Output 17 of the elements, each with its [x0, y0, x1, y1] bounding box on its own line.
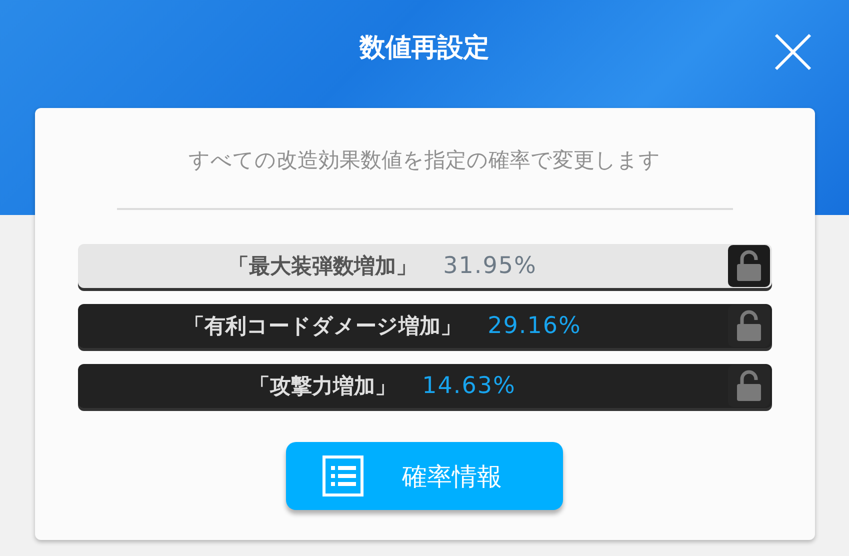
- close-button[interactable]: [773, 32, 813, 72]
- unlocked-lock-icon: [736, 370, 762, 402]
- effect-row[interactable]: 「最大装弾数増加」 31.95%: [78, 244, 772, 288]
- unlocked-lock-icon: [736, 310, 762, 342]
- dialog-title: 数値再設定: [360, 32, 490, 64]
- effect-row[interactable]: 「攻撃力増加」 14.63%: [78, 364, 772, 408]
- description-text: すべての改造効果数値を指定の確率で変更します: [188, 147, 660, 174]
- effect-name: 「有利コードダメージ増加」: [184, 313, 462, 340]
- effect-value: 29.16%: [488, 313, 582, 339]
- unlocked-lock-icon: [736, 250, 762, 282]
- list-icon: [322, 455, 364, 497]
- effect-value: 14.63%: [422, 373, 516, 399]
- effect-value: 31.95%: [443, 253, 537, 279]
- lock-button[interactable]: [728, 245, 770, 287]
- effect-name: 「攻撃力増加」: [249, 373, 396, 400]
- effect-row[interactable]: 「有利コードダメージ増加」 29.16%: [78, 304, 772, 348]
- effect-name: 「最大装弾数増加」: [228, 253, 418, 280]
